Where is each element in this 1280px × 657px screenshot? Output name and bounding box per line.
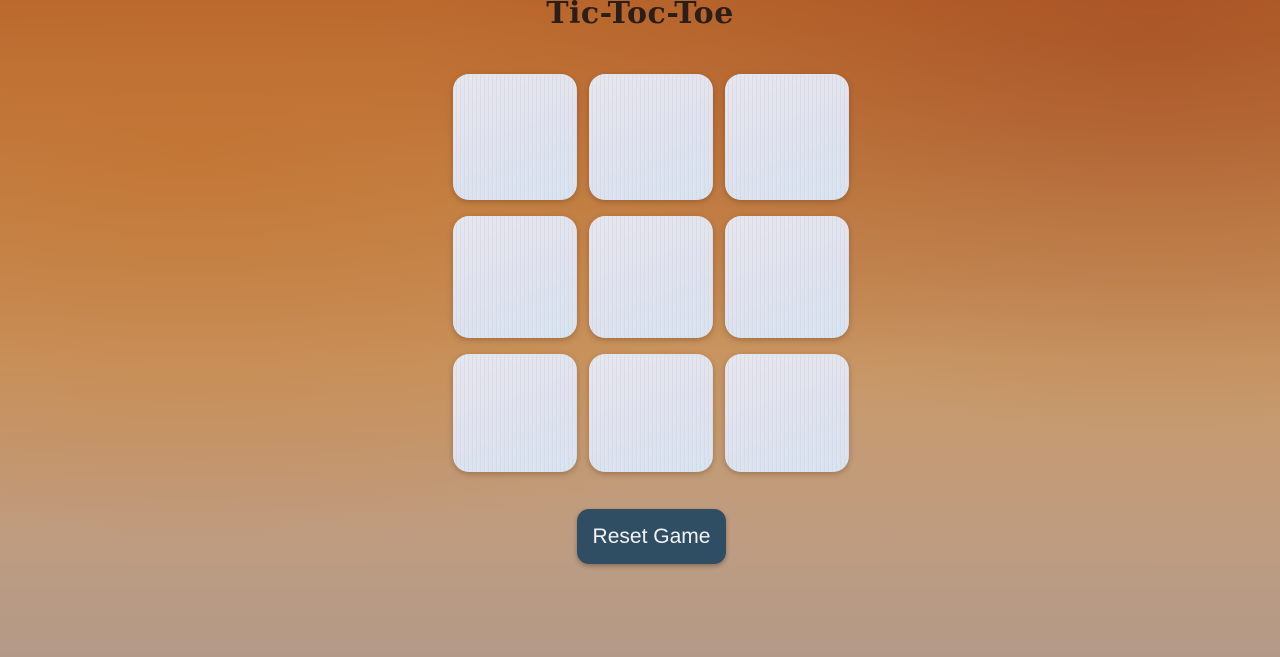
board-cell-8[interactable] (589, 354, 713, 472)
reset-game-button[interactable]: Reset Game (577, 509, 726, 564)
board-cell-9[interactable] (725, 354, 849, 472)
game-board (453, 74, 849, 474)
board-cell-2[interactable] (589, 74, 713, 200)
board-cell-7[interactable] (453, 354, 577, 472)
board-cell-1[interactable] (453, 74, 577, 200)
page-title: Tic-Toc-Toe (546, 0, 734, 31)
board-cell-5[interactable] (589, 216, 713, 338)
board-cell-3[interactable] (725, 74, 849, 200)
board-cell-4[interactable] (453, 216, 577, 338)
board-cell-6[interactable] (725, 216, 849, 338)
